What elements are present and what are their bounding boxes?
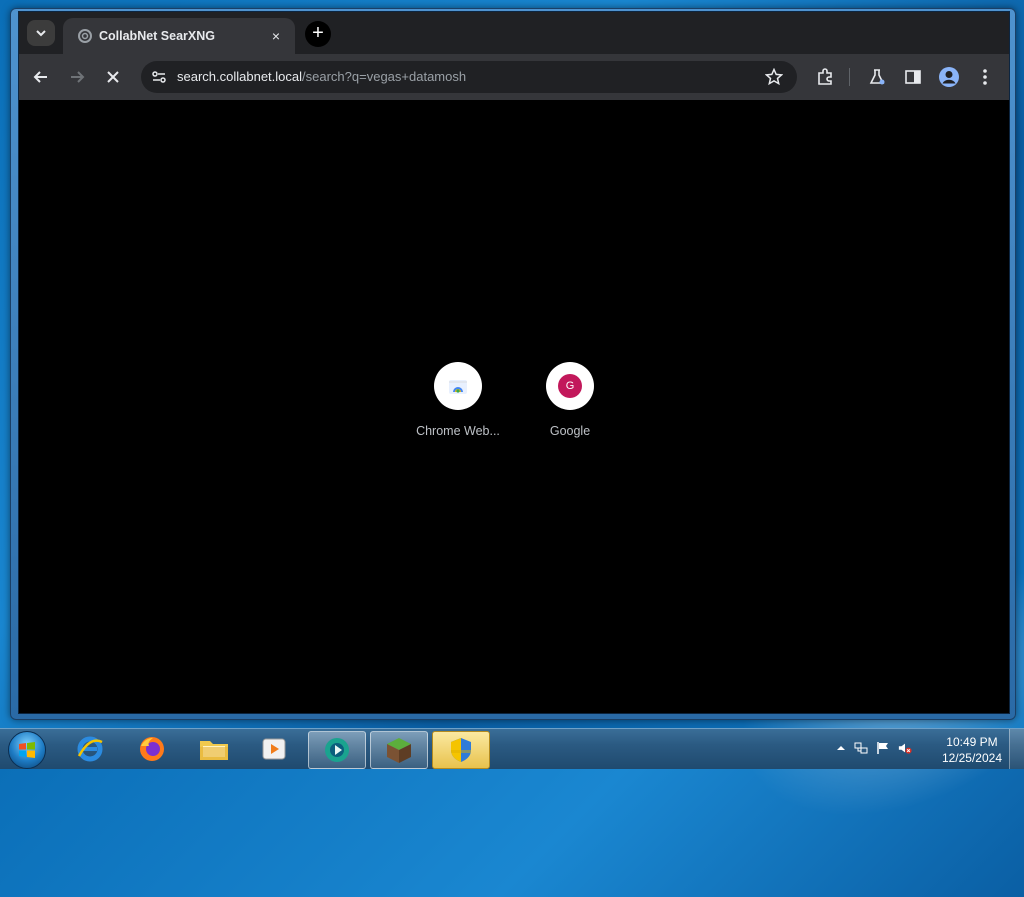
- browser-frame: CollabNet SearXNG × + search.collabnet.l…: [18, 11, 1010, 714]
- searxng-icon: [78, 29, 92, 43]
- speaker-muted-icon: [898, 743, 912, 754]
- url-path: /search?q=vegas+datamosh: [302, 69, 467, 84]
- shield-icon: [451, 738, 471, 762]
- taskbar-firefox[interactable]: [124, 731, 180, 767]
- new-tab-button[interactable]: +: [305, 21, 331, 47]
- windows-logo-icon: [19, 742, 35, 758]
- taskbar-clock[interactable]: 10:49 PM 12/25/2024: [942, 734, 1002, 766]
- close-icon: [107, 71, 119, 83]
- taskbar-file-explorer[interactable]: [186, 731, 242, 767]
- tab-title: CollabNet SearXNG: [99, 29, 216, 43]
- back-button[interactable]: [29, 65, 53, 89]
- browser-window: ▁ ▢ ✕ CollabNet SearXNG × +: [10, 8, 1016, 720]
- more-vert-icon: [983, 69, 987, 85]
- flask-icon: [869, 69, 885, 85]
- flag-icon: [877, 742, 888, 754]
- shortcut-icon-circle: G: [546, 362, 594, 410]
- extensions-button[interactable]: [813, 65, 837, 89]
- shortcut-tile-google[interactable]: G Google: [520, 362, 620, 438]
- system-tray: 10:49 PM 12/25/2024: [834, 729, 1024, 769]
- clock-time: 10:49 PM: [946, 735, 998, 749]
- tab-strip: CollabNet SearXNG × +: [19, 12, 1009, 54]
- show-desktop-button[interactable]: [1009, 729, 1024, 769]
- puzzle-icon: [818, 68, 832, 85]
- taskbar: 10:49 PM 12/25/2024: [0, 728, 1024, 769]
- minecraft-block-icon: [387, 738, 411, 763]
- tab-search-button[interactable]: [27, 20, 55, 46]
- folder-icon: [200, 741, 228, 760]
- chrome-web-store-icon: [449, 380, 467, 394]
- tab-close-button[interactable]: ×: [267, 27, 285, 45]
- taskbar-minecraft[interactable]: [370, 731, 428, 769]
- start-button[interactable]: [8, 731, 46, 769]
- tab-active[interactable]: CollabNet SearXNG ×: [63, 18, 295, 54]
- volume-tray-icon[interactable]: [898, 741, 912, 755]
- page-content: Chrome Web... G Google: [19, 100, 1009, 713]
- chevron-up-icon: [837, 746, 845, 750]
- side-panel-icon: [905, 70, 921, 84]
- avatar-icon: [939, 67, 959, 87]
- url-text: search.collabnet.local/search?q=vegas+da…: [177, 69, 466, 84]
- taskbar-browser-app[interactable]: [308, 731, 366, 769]
- shortcut-label: Chrome Web...: [416, 424, 500, 438]
- shortcut-icon-circle: [434, 362, 482, 410]
- address-bar[interactable]: search.collabnet.local/search?q=vegas+da…: [141, 61, 797, 93]
- google-letter-icon: G: [558, 374, 582, 398]
- taskbar-internet-explorer[interactable]: [62, 731, 118, 767]
- shortcut-label: Google: [549, 424, 591, 438]
- network-tray-icon[interactable]: [854, 741, 868, 755]
- arrow-left-icon: [33, 71, 47, 83]
- site-settings-icon[interactable]: [151, 69, 167, 85]
- profile-button[interactable]: [937, 65, 961, 89]
- show-hidden-icons-button[interactable]: [834, 741, 848, 755]
- browser-toolbar: search.collabnet.local/search?q=vegas+da…: [19, 54, 1009, 100]
- clock-date: 12/25/2024: [941, 751, 1002, 765]
- bookmark-star-icon[interactable]: [765, 68, 783, 86]
- url-host: search.collabnet.local: [177, 69, 303, 84]
- menu-button[interactable]: [973, 65, 997, 89]
- browser-app-icon: [325, 738, 349, 762]
- stop-loading-button[interactable]: [101, 65, 125, 89]
- taskbar-media-player[interactable]: [246, 731, 302, 767]
- taskbar-security-shield[interactable]: [432, 731, 490, 769]
- action-center-tray-icon[interactable]: [876, 741, 890, 755]
- side-panel-button[interactable]: [901, 65, 925, 89]
- labs-button[interactable]: [865, 65, 889, 89]
- toolbar-separator: [849, 68, 850, 86]
- shortcut-tile-chrome-web-store[interactable]: Chrome Web...: [408, 362, 508, 438]
- media-player-icon: [262, 738, 286, 760]
- forward-button[interactable]: [65, 65, 89, 89]
- arrow-right-icon: [71, 71, 85, 83]
- internet-explorer-icon: [77, 736, 103, 762]
- chevron-down-icon: [36, 30, 46, 37]
- network-icon: [854, 742, 868, 754]
- firefox-icon: [140, 737, 164, 761]
